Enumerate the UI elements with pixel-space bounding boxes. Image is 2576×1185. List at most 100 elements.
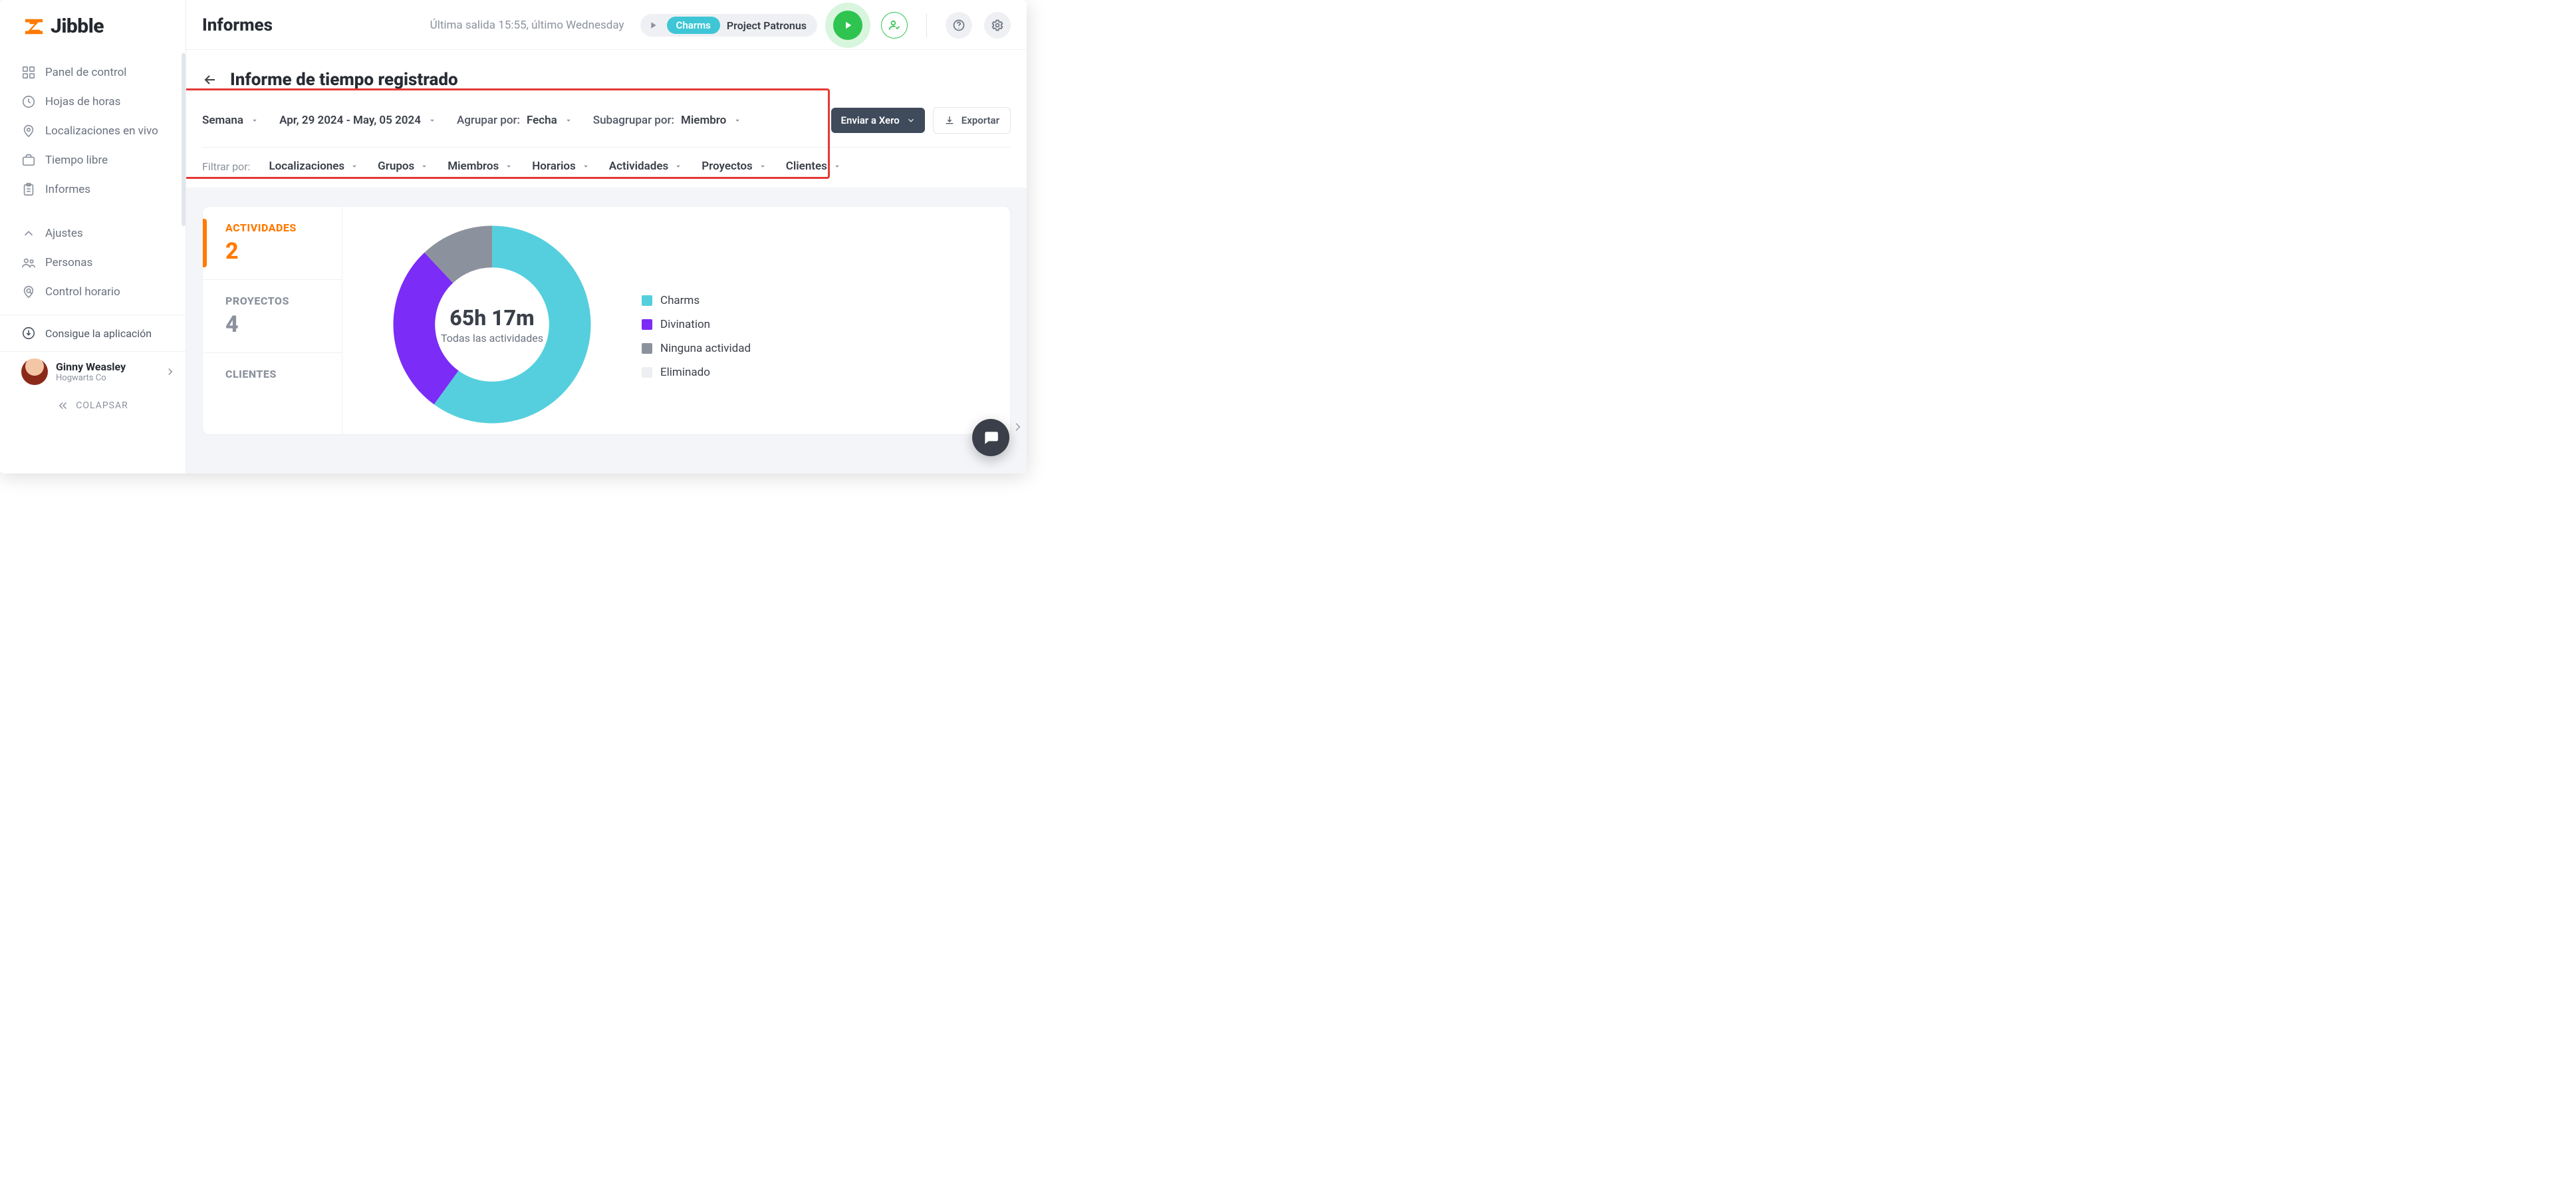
tab-count: 4 bbox=[225, 311, 328, 338]
summary-tabs: ACTIVIDADES 2 PROYECTOS 4 CLIENTES bbox=[203, 207, 342, 434]
sidebar-item-dashboard[interactable]: Panel de control bbox=[0, 58, 186, 87]
sidebar-item-time-off[interactable]: Tiempo libre bbox=[0, 146, 186, 175]
user-check-button[interactable] bbox=[881, 12, 908, 39]
caret-down-icon bbox=[581, 162, 590, 171]
download-circle-icon bbox=[21, 326, 36, 340]
collapse-sidebar-button[interactable]: COLAPSAR bbox=[0, 392, 186, 414]
page-title: Informes bbox=[202, 15, 273, 35]
subgroup-by-dropdown[interactable]: Subagrupar por: Miembro bbox=[593, 114, 743, 127]
back-button[interactable] bbox=[202, 72, 218, 88]
filter-row: Filtrar por: Localizaciones Grupos Miemb… bbox=[202, 148, 1011, 188]
legend-swatch bbox=[642, 319, 652, 330]
legend-item[interactable]: Divination bbox=[642, 318, 751, 331]
chevron-up-icon bbox=[21, 226, 36, 241]
nav-label: Personas bbox=[45, 256, 92, 269]
caret-down-icon bbox=[833, 162, 842, 171]
legend-label: Divination bbox=[660, 318, 710, 331]
donut-sub: Todas las actividades bbox=[441, 332, 543, 344]
tab-title: CLIENTES bbox=[225, 368, 328, 380]
nav-label: Tiempo libre bbox=[45, 154, 108, 167]
location-search-icon bbox=[21, 285, 36, 299]
filter-by-label: Filtrar por: bbox=[202, 160, 250, 173]
chart-area: 65h 17m Todas las actividades Charms Divi… bbox=[342, 207, 1010, 434]
gear-icon bbox=[991, 19, 1004, 32]
briefcase-icon bbox=[21, 153, 36, 168]
report-summary-card: ACTIVIDADES 2 PROYECTOS 4 CLIENTES bbox=[202, 206, 1011, 435]
user-org: Hogwarts Co bbox=[56, 373, 156, 383]
main-content: Informes Última salida 15:55, último Wed… bbox=[186, 0, 1027, 473]
legend-swatch bbox=[642, 367, 652, 378]
start-timer-button[interactable] bbox=[833, 11, 862, 40]
legend-item[interactable]: Charms bbox=[642, 294, 751, 307]
sidebar-item-people[interactable]: Personas bbox=[0, 248, 186, 277]
date-range-label: Apr, 29 2024 - May, 05 2024 bbox=[279, 114, 421, 127]
get-app-link[interactable]: Consigue la aplicación bbox=[0, 315, 186, 351]
settings-gear-button[interactable] bbox=[984, 12, 1011, 39]
filter-groups[interactable]: Grupos bbox=[378, 160, 429, 173]
tab-title: PROYECTOS bbox=[225, 295, 328, 307]
primary-nav: Panel de control Hojas de horas Localiza… bbox=[0, 55, 186, 309]
range-mode-label: Semana bbox=[202, 114, 243, 127]
tab-title: ACTIVIDADES bbox=[225, 221, 328, 234]
collapse-label: COLAPSAR bbox=[76, 400, 128, 411]
caret-down-icon bbox=[564, 116, 573, 125]
current-activity-pill[interactable]: Charms Project Patronus bbox=[640, 14, 817, 37]
donut-total: 65h 17m bbox=[441, 305, 543, 330]
chat-fab[interactable] bbox=[972, 419, 1009, 456]
filter-clients[interactable]: Clientes bbox=[786, 160, 842, 173]
caret-down-icon bbox=[504, 162, 513, 171]
filter-members[interactable]: Miembros bbox=[448, 160, 513, 173]
activity-chip: Charms bbox=[667, 17, 720, 34]
sidebar-item-reports[interactable]: Informes bbox=[0, 175, 186, 204]
caret-down-icon bbox=[758, 162, 767, 171]
sidebar-item-live-locations[interactable]: Localizaciones en vivo bbox=[0, 116, 186, 146]
tab-projects[interactable]: PROYECTOS 4 bbox=[203, 280, 342, 353]
filter-locations[interactable]: Localizaciones bbox=[269, 160, 359, 173]
sidebar-item-time-clock[interactable]: Control horario bbox=[0, 277, 186, 307]
donut-chart: 65h 17m Todas las actividades bbox=[382, 215, 602, 434]
range-mode-dropdown[interactable]: Semana bbox=[202, 114, 259, 127]
caret-down-icon bbox=[250, 116, 259, 125]
caret-down-icon bbox=[428, 116, 437, 125]
nav-label: Hojas de horas bbox=[45, 95, 120, 108]
tab-count: 2 bbox=[225, 238, 328, 265]
chat-icon bbox=[982, 429, 999, 446]
legend-label: Charms bbox=[660, 294, 700, 307]
legend-item[interactable]: Ninguna actividad bbox=[642, 342, 751, 355]
filter-schedules[interactable]: Horarios bbox=[532, 160, 590, 173]
filter-label: Actividades bbox=[609, 160, 668, 173]
export-button[interactable]: Exportar bbox=[933, 107, 1011, 134]
date-range-dropdown[interactable]: Apr, 29 2024 - May, 05 2024 bbox=[279, 114, 437, 127]
sidebar-item-settings[interactable]: Ajustes bbox=[0, 219, 186, 248]
chevron-down-icon bbox=[906, 116, 916, 125]
caret-down-icon bbox=[733, 116, 742, 125]
group-by-value: Fecha bbox=[527, 114, 557, 127]
legend-label: Ninguna actividad bbox=[660, 342, 751, 355]
subheader: Informe de tiempo registrado bbox=[186, 50, 1027, 95]
nav-label: Localizaciones en vivo bbox=[45, 124, 158, 138]
filter-projects[interactable]: Proyectos bbox=[702, 160, 767, 173]
legend-item[interactable]: Eliminado bbox=[642, 366, 751, 379]
carousel-next-button[interactable] bbox=[1011, 418, 1024, 436]
filter-activities[interactable]: Actividades bbox=[609, 160, 683, 173]
tab-clients[interactable]: CLIENTES bbox=[203, 353, 342, 399]
clipboard-icon bbox=[21, 182, 36, 197]
send-to-xero-button[interactable]: Enviar a Xero bbox=[831, 108, 924, 133]
project-label: Project Patronus bbox=[727, 19, 807, 32]
group-by-dropdown[interactable]: Agrupar por: Fecha bbox=[457, 114, 573, 127]
legend-swatch bbox=[642, 295, 652, 306]
help-button[interactable] bbox=[946, 12, 972, 39]
sidebar-item-timesheets[interactable]: Hojas de horas bbox=[0, 87, 186, 116]
caret-down-icon bbox=[420, 162, 429, 171]
sidebar-scrollbar[interactable] bbox=[182, 53, 186, 226]
filter-label: Proyectos bbox=[702, 160, 753, 173]
divider bbox=[926, 13, 927, 37]
send-xero-label: Enviar a Xero bbox=[840, 114, 899, 126]
play-mini-icon bbox=[646, 18, 660, 33]
tab-activities[interactable]: ACTIVIDADES 2 bbox=[203, 207, 342, 280]
brand-logo[interactable]: Jibble bbox=[0, 0, 186, 55]
nav-label: Ajustes bbox=[45, 227, 83, 240]
caret-down-icon bbox=[350, 162, 359, 171]
user-menu[interactable]: Ginny Weasley Hogwarts Co bbox=[0, 351, 186, 392]
legend-swatch bbox=[642, 343, 652, 354]
